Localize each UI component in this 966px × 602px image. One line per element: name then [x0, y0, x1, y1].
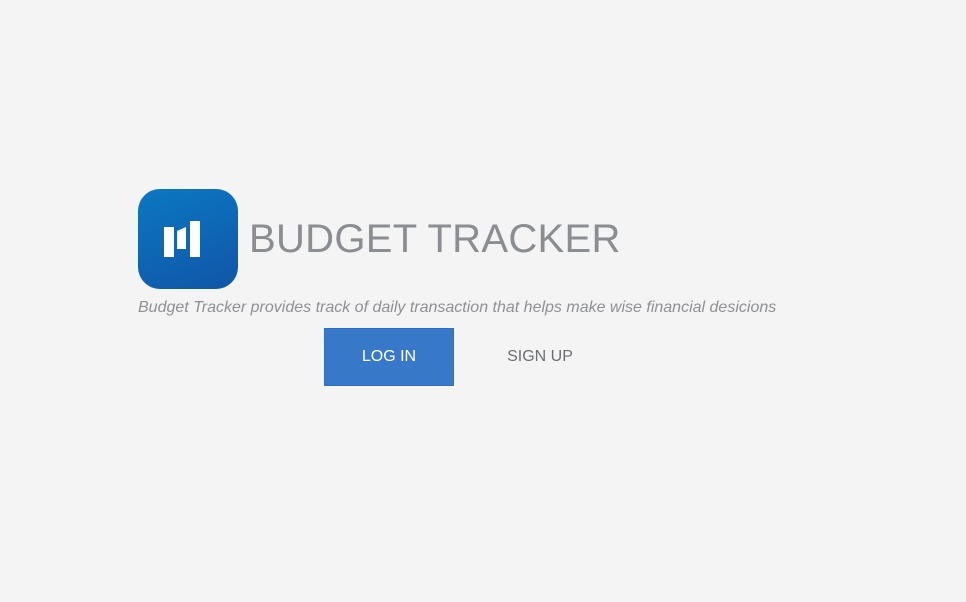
signup-button[interactable]: SIGN UP — [474, 328, 606, 386]
auth-actions: LOG IN SIGN UP — [324, 328, 606, 386]
logo-mark-icon — [164, 221, 200, 257]
app-title: BUDGET TRACKER — [249, 217, 621, 261]
budget-tracker-logo-icon — [138, 189, 238, 289]
tagline: Budget Tracker provides track of daily t… — [138, 299, 777, 316]
login-button[interactable]: LOG IN — [324, 328, 454, 386]
brand-header: BUDGET TRACKER — [138, 189, 621, 289]
welcome-page: BUDGET TRACKER Budget Tracker provides t… — [0, 0, 966, 602]
